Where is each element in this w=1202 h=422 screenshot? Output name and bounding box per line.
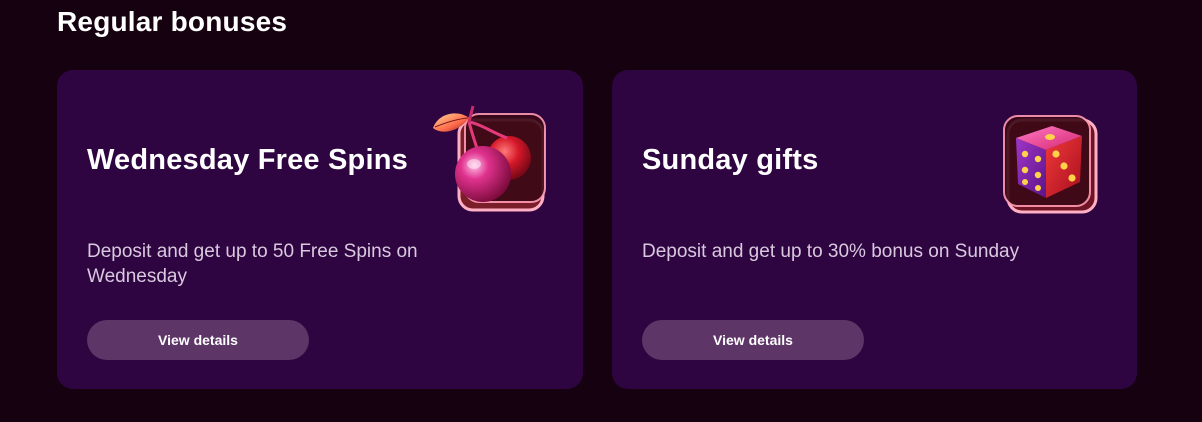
cherry-icon — [433, 105, 546, 212]
view-details-button[interactable]: View details — [642, 320, 864, 360]
card-title: Wednesday Free Spins — [87, 144, 408, 176]
card-description: Deposit and get up to 50 Free Spins on W… — [87, 241, 418, 287]
dice-icon — [1003, 115, 1098, 214]
bonus-card-sunday: Sunday gifts Deposit and get up to 30% b… — [612, 70, 1137, 389]
card-title: Sunday gifts — [642, 144, 819, 176]
bonus-card-wednesday: Wednesday Free Spins Deposit and get up … — [57, 70, 583, 389]
view-details-button[interactable]: View details — [87, 320, 309, 360]
section-title: Regular bonuses — [57, 6, 288, 37]
card-description: Deposit and get up to 30% bonus on Sunda… — [642, 241, 1020, 262]
